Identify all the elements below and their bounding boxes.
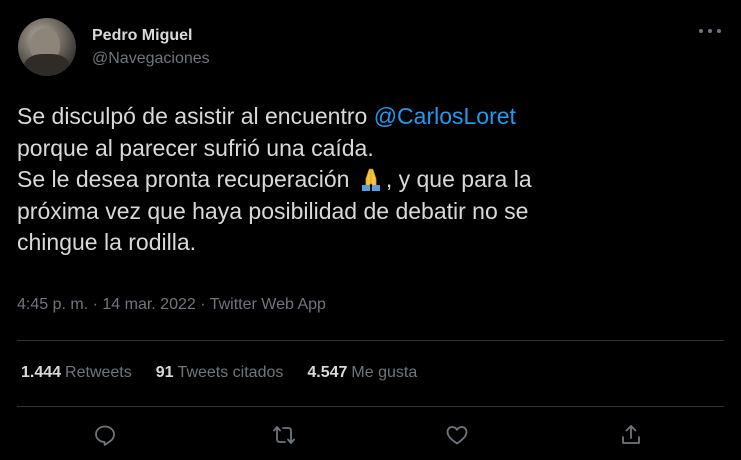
likes-stat[interactable]: 4.547 Me gusta	[307, 364, 417, 382]
action-bar	[17, 420, 724, 454]
tweet-text: Se disculpó de asistir al encuentro @Car…	[17, 101, 717, 259]
tweet-detail: Pedro Miguel @Navegaciones Se disculpó d…	[0, 0, 741, 460]
likes-count: 4.547	[307, 364, 348, 381]
divider	[17, 406, 724, 407]
avatar-body	[24, 54, 70, 76]
more-dot	[708, 29, 712, 33]
share-icon	[622, 425, 640, 444]
tweet-text-line1: Se disculpó de asistir al encuentro	[17, 103, 374, 129]
retweets-stat[interactable]: 1.444 Retweets	[21, 364, 132, 382]
author-names: Pedro Miguel @Navegaciones	[92, 26, 210, 69]
more-dot	[699, 29, 703, 33]
share-button[interactable]	[616, 420, 646, 450]
tweet-date[interactable]: 14 mar. 2022	[102, 296, 195, 313]
author-display-name[interactable]: Pedro Miguel	[92, 26, 210, 46]
folded-hands-icon	[361, 168, 380, 191]
tweet-text-line2: porque al parecer sufrió una caída.	[17, 134, 374, 161]
heart-icon	[446, 426, 468, 445]
tweet-source[interactable]: Twitter Web App	[210, 296, 326, 313]
avatar[interactable]	[18, 18, 76, 76]
reply-icon	[95, 425, 115, 446]
mention-link[interactable]: @CarlosLoret	[374, 103, 516, 129]
meta-separator: ·	[88, 296, 103, 313]
retweets-label: Retweets	[65, 364, 132, 381]
tweet-text-line5: chingue la rodilla.	[17, 229, 197, 255]
more-dot	[717, 29, 721, 33]
author-handle[interactable]: @Navegaciones	[92, 49, 210, 69]
quotes-count: 91	[155, 364, 174, 381]
retweet-icon	[273, 426, 295, 444]
retweets-count: 1.444	[21, 364, 62, 381]
likes-label: Me gusta	[351, 364, 418, 381]
tweet-time[interactable]: 4:45 p. m.	[17, 296, 88, 313]
quotes-label: Tweets citados	[177, 364, 284, 381]
retweet-button[interactable]	[269, 420, 299, 450]
tweet-text-line3-end: , y que para la	[385, 166, 532, 192]
tweet-header: Pedro Miguel @Navegaciones	[18, 18, 723, 80]
tweet-meta: 4:45 p. m. · 14 mar. 2022 · Twitter Web …	[17, 296, 326, 314]
divider	[17, 340, 724, 341]
meta-separator: ·	[195, 296, 210, 313]
tweet-text-line3: Se le desea pronta recuperación	[17, 166, 356, 192]
reply-button[interactable]	[90, 420, 120, 450]
tweet-stats: 1.444 Retweets 91 Tweets citados 4.547 Me g…	[21, 364, 417, 382]
like-button[interactable]	[442, 420, 472, 450]
more-options-icon[interactable]	[699, 24, 721, 38]
tweet-text-line4: próxima vez que haya posibilidad de deba…	[17, 197, 529, 224]
quotes-stat[interactable]: 91 Tweets citados	[156, 364, 284, 382]
